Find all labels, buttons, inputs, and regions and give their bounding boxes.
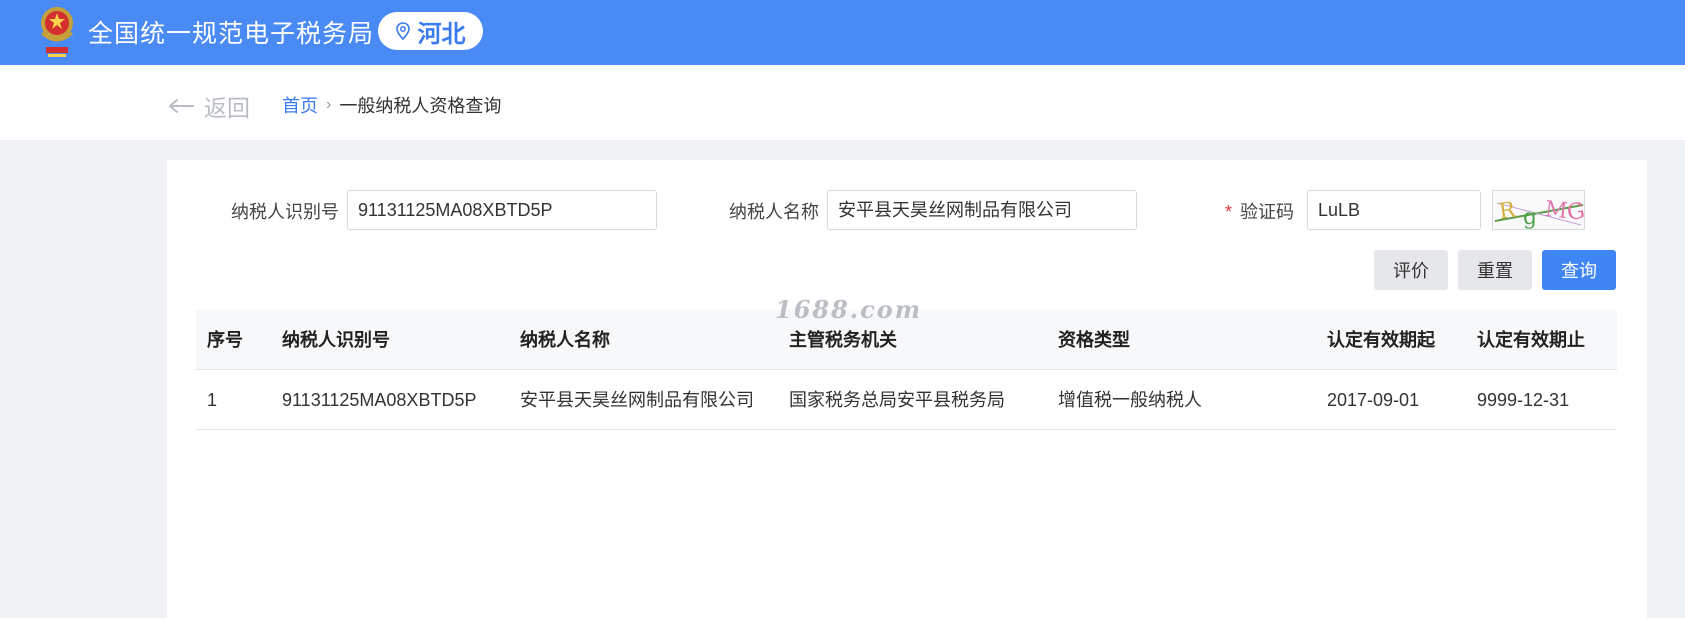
column-header-taxpayer-name: 纳税人名称 [520, 330, 610, 350]
navigation-bar: 返回 首页 › 一般纳税人资格查询 [0, 65, 1685, 140]
query-button[interactable]: 查询 [1542, 250, 1616, 290]
arrow-left-icon [169, 99, 194, 113]
query-card: 纳税人识别号 91131125MA08XBTD5P 纳税人名称 安平县天昊丝网制… [167, 160, 1647, 618]
region-label: 河北 [417, 20, 466, 48]
cell-valid-to: 9999-12-31 [1477, 390, 1570, 410]
breadcrumb-separator-icon: › [326, 96, 332, 113]
results-table: 序号 纳税人识别号 纳税人名称 主管税务机关 资格类型 认定有效期起 认定有效期… [196, 310, 1617, 430]
breadcrumb-home-link[interactable]: 首页 [282, 92, 318, 118]
captcha-label-text: 验证码 [1240, 202, 1295, 222]
svg-text:G: G [1565, 199, 1585, 227]
tax-emblem-icon [40, 7, 74, 57]
cell-taxpayer-id: 91131125MA08XBTD5P [282, 390, 477, 410]
column-header-valid-from: 认定有效期起 [1327, 330, 1435, 350]
evaluate-button[interactable]: 评价 [1374, 250, 1448, 290]
reset-button[interactable]: 重置 [1458, 250, 1532, 290]
svg-text:R: R [1497, 198, 1518, 225]
column-header-valid-to: 认定有效期止 [1477, 330, 1585, 350]
column-header-qualification-type: 资格类型 [1058, 330, 1130, 350]
taxpayer-name-input[interactable]: 安平县天昊丝网制品有限公司 [827, 190, 1137, 230]
taxpayer-name-label: 纳税人名称 [729, 202, 819, 222]
back-label: 返回 [204, 95, 250, 121]
column-header-index: 序号 [207, 330, 243, 350]
back-button[interactable]: 返回 [168, 89, 250, 123]
table-row: 1 91131125MA08XBTD5P 安平县天昊丝网制品有限公司 国家税务总… [196, 370, 1617, 430]
location-pin-icon [395, 22, 410, 40]
captcha-image[interactable]: R g M G [1492, 190, 1585, 230]
captcha-input[interactable]: LuLB [1307, 190, 1481, 230]
taxpayer-id-input[interactable]: 91131125MA08XBTD5P [347, 190, 657, 230]
required-mark: * [1225, 202, 1233, 222]
cell-valid-from: 2017-09-01 [1327, 390, 1420, 410]
region-selector[interactable]: 河北 [378, 12, 483, 50]
top-header-bar: 全国统一规范电子税务局 河北 [0, 0, 1685, 65]
site-title: 全国统一规范电子税务局 [88, 20, 375, 48]
cell-taxpayer-name: 安平县天昊丝网制品有限公司 [520, 390, 754, 410]
cell-qualification-type: 增值税一般纳税人 [1058, 390, 1202, 410]
svg-text:g: g [1523, 205, 1537, 230]
breadcrumb: 首页 › 一般纳税人资格查询 [282, 92, 501, 118]
cell-tax-authority: 国家税务总局安平县税务局 [789, 390, 1005, 410]
captcha-label: * 验证码 [1225, 198, 1294, 224]
taxpayer-id-label: 纳税人识别号 [231, 202, 339, 222]
column-header-taxpayer-id: 纳税人识别号 [282, 330, 390, 350]
cell-index: 1 [207, 390, 218, 410]
watermark: 1688.com [775, 295, 923, 324]
breadcrumb-current: 一般纳税人资格查询 [339, 96, 502, 116]
